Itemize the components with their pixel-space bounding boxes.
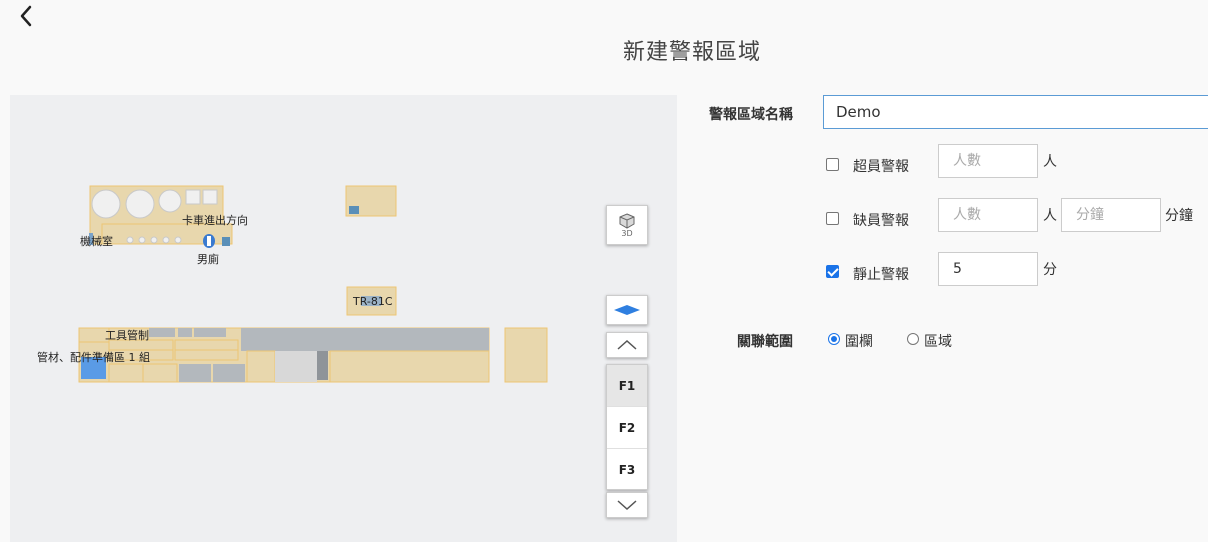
association-fence-label: 圍欄 — [845, 334, 873, 350]
room-east — [504, 327, 548, 383]
over-capacity-label: 超員警報 — [853, 159, 909, 175]
under-capacity-minutes-input[interactable] — [1061, 198, 1161, 232]
over-capacity-unit: 人 — [1043, 154, 1057, 170]
under-capacity-checkbox[interactable] — [826, 212, 839, 225]
floor-map[interactable]: 機械室 卡車進出方向 男廁 TR-81C 工具管制 管材、配件準備區 1 組 3… — [10, 95, 677, 542]
floor-up-button[interactable] — [606, 332, 648, 358]
under-capacity-people-input[interactable] — [938, 198, 1038, 232]
stationary-unit: 分 — [1043, 262, 1057, 278]
map-label-tool-control: 工具管制 — [105, 329, 149, 342]
floor-down-button[interactable] — [606, 492, 648, 518]
cube-icon — [619, 212, 635, 229]
chevron-up-icon — [617, 339, 637, 350]
map-label-mens-restroom: 男廁 — [197, 253, 219, 266]
over-capacity-checkbox[interactable] — [826, 158, 839, 171]
floor-f1[interactable]: F1 — [607, 365, 647, 407]
area-name-label: 警報區域名稱 — [709, 107, 793, 123]
over-capacity-people-input[interactable] — [938, 144, 1038, 178]
association-area-radio[interactable] — [907, 333, 919, 345]
map-label-machine-room: 機械室 — [80, 235, 113, 248]
map-label-tr-code: TR-81C — [353, 295, 393, 308]
association-label: 關聯範圍 — [737, 334, 793, 350]
map-label-truck-direction: 卡車進出方向 — [182, 214, 248, 227]
view-3d-button[interactable]: 3D — [606, 205, 648, 245]
area-name-input[interactable] — [823, 95, 1208, 129]
stationary-checkbox[interactable] — [826, 265, 839, 278]
layer-toggle-button[interactable] — [606, 295, 648, 325]
floor-f3[interactable]: F3 — [607, 449, 647, 491]
under-capacity-label: 缺員警報 — [853, 213, 909, 229]
view-3d-label: 3D — [621, 228, 633, 238]
association-fence-radio[interactable] — [828, 333, 840, 345]
under-capacity-people-unit: 人 — [1043, 208, 1057, 224]
chevron-down-icon — [617, 500, 637, 511]
stationary-minutes-input[interactable] — [938, 252, 1038, 286]
layers-icon — [614, 305, 640, 315]
map-label-pipe-parts: 管材、配件準備區 1 組 — [37, 351, 150, 364]
floor-f2[interactable]: F2 — [607, 407, 647, 449]
stationary-label: 靜止警報 — [853, 267, 909, 283]
chevron-left-icon — [20, 5, 32, 27]
floor-plan-drawing — [78, 185, 548, 383]
floor-selector: F1 F2 F3 — [606, 364, 648, 490]
under-capacity-minutes-unit: 分鐘 — [1165, 208, 1193, 224]
page-title: 新建警報區域 — [622, 40, 761, 65]
back-button[interactable] — [14, 4, 38, 28]
association-area-label: 區域 — [924, 334, 952, 350]
